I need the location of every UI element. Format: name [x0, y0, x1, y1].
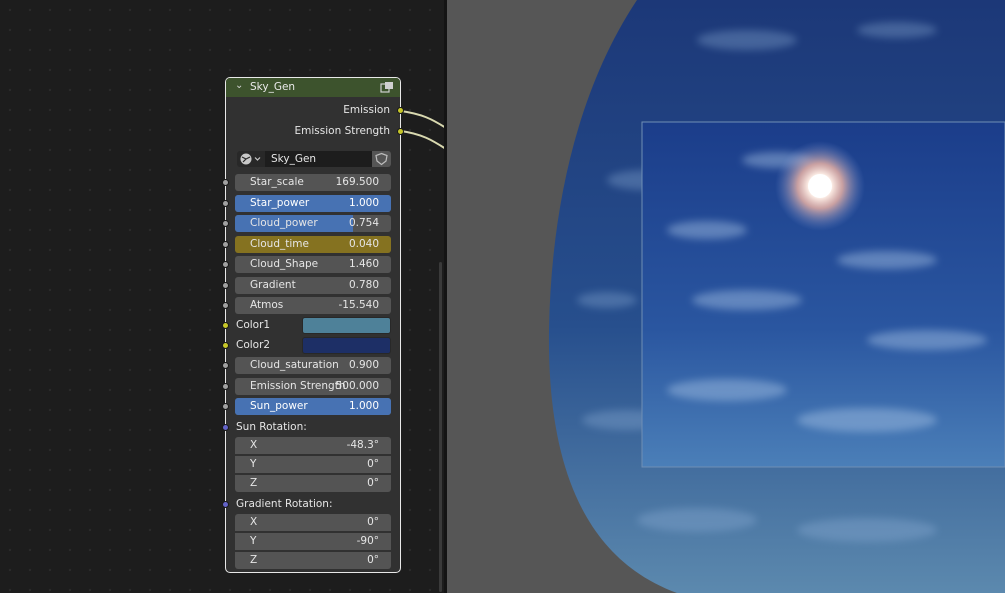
sun-disc [808, 174, 832, 198]
color2-label: Color2 [236, 339, 271, 351]
node-group-name-field[interactable]: Sky_Gen [265, 151, 372, 167]
input-socket-sun-rotation[interactable] [222, 424, 229, 431]
input-socket[interactable] [222, 362, 229, 369]
axis-label: Z [250, 477, 258, 489]
input-socket[interactable] [222, 220, 229, 227]
node-editor[interactable]: ⌄ Sky_Gen Emission Emission Strength Sky… [0, 0, 446, 593]
field-cloud-time[interactable]: Cloud_time 0.040 [235, 235, 391, 253]
fake-user-button[interactable] [372, 151, 391, 167]
input-socket[interactable] [222, 199, 229, 207]
shield-icon [375, 152, 388, 166]
field-label: Cloud_Shape [250, 258, 319, 270]
input-socket[interactable] [222, 179, 229, 186]
gradient-rotation-y-field[interactable]: Y -90° [235, 533, 391, 550]
output-emission-label: Emission [343, 104, 390, 116]
axis-label: X [250, 439, 258, 451]
field-label: Sun_power [250, 400, 308, 412]
axis-value: 0° [367, 554, 379, 566]
gradient-rotation-label: Gradient Rotation: [236, 498, 333, 510]
axis-value: 0° [367, 516, 379, 528]
input-socket[interactable] [222, 240, 229, 248]
field-label: Atmos [250, 299, 284, 311]
field-label: Cloud_saturation [250, 359, 339, 371]
field-value: 169.500 [335, 176, 379, 188]
field-label: Emission Strength [250, 379, 346, 392]
field-atmos[interactable]: Atmos -15.540 [235, 297, 391, 314]
sky-sphere [548, 0, 1005, 593]
sun-rotation-z-field[interactable]: Z 0° [235, 475, 391, 492]
field-value: 1.460 [348, 258, 379, 270]
axis-value: 0° [367, 477, 379, 489]
field-cloud-power[interactable]: Cloud_power 0.754 [235, 215, 391, 232]
axis-value: 0° [367, 458, 379, 470]
field-value: 0.754 [348, 217, 379, 229]
node-header[interactable]: ⌄ Sky_Gen [226, 78, 400, 97]
sun-rotation-y-field[interactable]: Y 0° [235, 456, 391, 473]
input-socket[interactable] [222, 281, 229, 289]
input-socket[interactable] [222, 302, 229, 309]
gradient-rotation-z-field[interactable]: Z 0° [235, 552, 391, 569]
color2-swatch[interactable] [302, 337, 391, 354]
sun-rotation-label: Sun Rotation: [236, 421, 307, 433]
input-socket[interactable] [222, 261, 229, 268]
input-socket-color2[interactable] [222, 342, 229, 349]
field-value: 1.000 [348, 196, 379, 209]
field-label: Star_power [250, 196, 310, 209]
color1-swatch[interactable] [302, 317, 391, 334]
output-emission-strength-socket[interactable] [397, 128, 404, 135]
input-socket-color1[interactable] [222, 322, 229, 329]
field-cloud-saturation[interactable]: Cloud_saturation 0.900 [235, 357, 391, 374]
field-emission-strength[interactable]: Emission Strength 500.000 [235, 377, 391, 395]
node-title: Sky_Gen [250, 81, 296, 93]
axis-value: -90° [356, 535, 379, 547]
3d-viewport[interactable] [447, 0, 1005, 593]
field-star-scale[interactable]: Star_scale 169.500 [235, 174, 391, 191]
field-value: 1.000 [348, 400, 379, 412]
sun-rotation-vector: X -48.3° Y 0° Z 0° [235, 437, 391, 492]
axis-label: Z [250, 554, 258, 566]
node-tree-icon [240, 153, 261, 165]
field-value: 500.000 [335, 379, 379, 392]
field-value: -15.540 [338, 299, 379, 311]
axis-label: Y [250, 535, 257, 547]
input-socket[interactable] [222, 382, 229, 390]
node-group-icon[interactable] [380, 81, 394, 93]
field-label: Star_scale [250, 176, 304, 188]
node-tree-browse-button[interactable] [237, 151, 265, 167]
field-value: 0.900 [348, 359, 379, 371]
color1-label: Color1 [236, 319, 271, 331]
field-gradient[interactable]: Gradient 0.780 [235, 276, 391, 294]
emission-link [400, 110, 446, 129]
sun-rotation-x-field[interactable]: X -48.3° [235, 437, 391, 454]
input-socket[interactable] [222, 403, 229, 410]
output-emission-strength-label: Emission Strength [294, 125, 390, 137]
field-cloud-shape[interactable]: Cloud_Shape 1.460 [235, 256, 391, 273]
collapse-chevron-icon[interactable]: ⌄ [235, 80, 243, 91]
field-value: 0.780 [348, 278, 379, 291]
emission-strength-link [400, 130, 446, 150]
field-label: Cloud_time [250, 237, 309, 250]
input-socket-gradient-rotation[interactable] [222, 501, 229, 508]
gradient-rotation-vector: X 0° Y -90° Z 0° [235, 514, 391, 569]
field-label: Gradient [250, 278, 296, 291]
axis-label: Y [250, 458, 257, 470]
axis-value: -48.3° [346, 439, 379, 451]
field-value: 0.040 [348, 237, 379, 250]
axis-label: X [250, 516, 258, 528]
field-label: Cloud_power [250, 217, 318, 229]
field-sun-power[interactable]: Sun_power 1.000 [235, 398, 391, 415]
field-star-power[interactable]: Star_power 1.000 [235, 194, 391, 212]
node-group-selector: Sky_Gen [235, 150, 391, 168]
gradient-rotation-x-field[interactable]: X 0° [235, 514, 391, 531]
output-emission-socket[interactable] [397, 107, 404, 114]
sky-gen-node[interactable]: ⌄ Sky_Gen Emission Emission Strength Sky… [222, 77, 404, 573]
